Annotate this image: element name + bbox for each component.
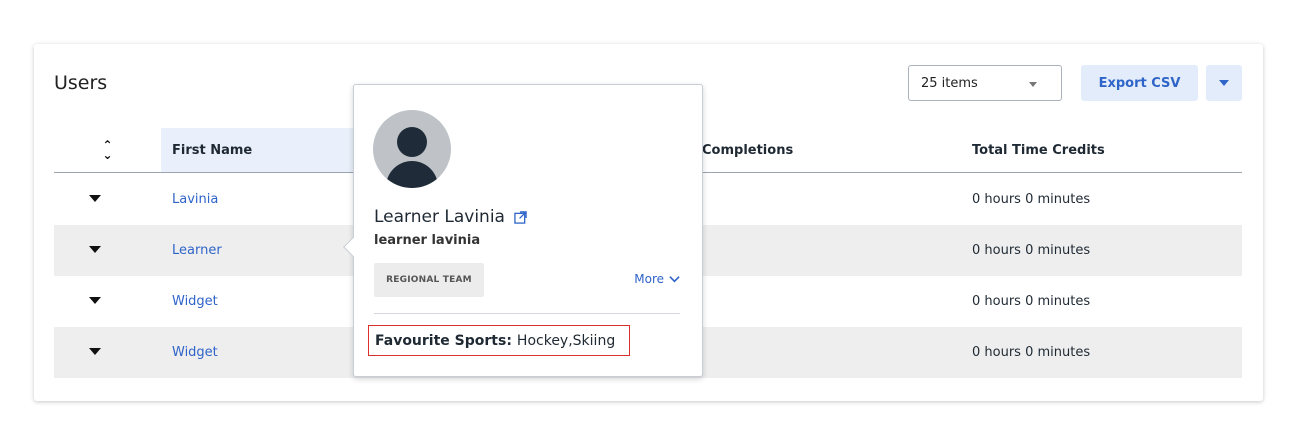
total-time-credits-cell: 0 hours 0 minutes	[972, 345, 1091, 360]
items-per-page-select[interactable]: 25 items	[908, 65, 1062, 101]
first-name-link[interactable]: Widget	[172, 276, 218, 327]
expand-all-toggle[interactable]: ⌃ ⌄	[54, 128, 161, 172]
favourite-sports-field: Favourite Sports: Hockey,Skiing	[368, 325, 630, 356]
column-label: First Name	[172, 142, 253, 158]
column-header-completions[interactable]: Completions	[702, 128, 952, 172]
column-header-total-time-credits[interactable]: Total Time Credits	[972, 128, 1222, 172]
expand-row-icon[interactable]	[89, 348, 101, 355]
items-per-page-value: 25 items	[921, 75, 978, 91]
first-name-link[interactable]: Widget	[172, 327, 218, 378]
team-badge: REGIONAL TEAM	[374, 263, 484, 297]
profile-name: Learner Lavinia	[374, 207, 505, 227]
user-profile-popover: Learner Lavinia learner lavinia REGIONAL…	[343, 84, 703, 377]
favourite-sports-value: Hockey,Skiing	[516, 332, 616, 349]
favourite-sports-label: Favourite Sports:	[375, 332, 512, 349]
more-button[interactable]: More	[634, 272, 680, 286]
more-label: More	[634, 272, 664, 286]
avatar-head	[397, 127, 427, 157]
profile-username: learner lavinia	[374, 233, 481, 248]
column-header-first-name[interactable]: First Name	[161, 128, 365, 172]
column-label: Completions	[702, 142, 794, 158]
chevron-down-icon: ⌄	[102, 148, 113, 162]
first-name-link[interactable]: Learner	[172, 225, 222, 276]
column-label: Total Time Credits	[972, 142, 1105, 158]
expand-row-icon[interactable]	[89, 195, 101, 202]
total-time-credits-cell: 0 hours 0 minutes	[972, 243, 1091, 258]
avatar	[373, 110, 451, 188]
first-name-link[interactable]: Lavinia	[172, 174, 218, 225]
caret-down-icon	[1219, 80, 1229, 86]
avatar-body	[386, 161, 438, 188]
expand-row-icon[interactable]	[89, 297, 101, 304]
export-csv-button[interactable]: Export CSV	[1081, 65, 1198, 101]
external-link-icon	[514, 210, 527, 224]
chevron-down-icon	[669, 276, 680, 283]
expand-row-icon[interactable]	[89, 246, 101, 253]
total-time-credits-cell: 0 hours 0 minutes	[972, 294, 1091, 309]
divider	[374, 313, 680, 314]
export-options-button[interactable]	[1206, 65, 1242, 101]
chevron-down-icon	[1029, 82, 1037, 87]
card-title: Users	[54, 72, 108, 94]
total-time-credits-cell: 0 hours 0 minutes	[972, 192, 1091, 207]
profile-name-link[interactable]: Learner Lavinia	[374, 207, 527, 227]
